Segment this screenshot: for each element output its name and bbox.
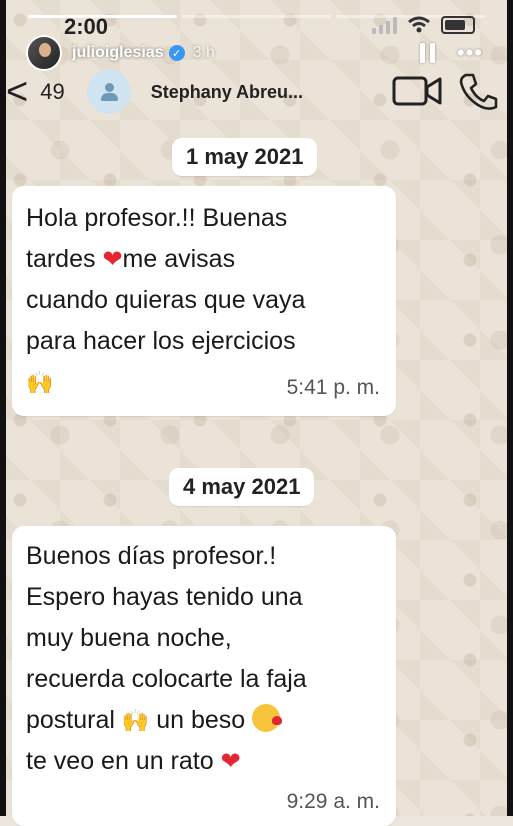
- message-line: recuerda colocarte la faja: [26, 665, 307, 693]
- story-age: 3 h: [192, 44, 215, 61]
- message-line: Buenos días profesor.!: [26, 542, 277, 570]
- back-arrow-icon[interactable]: <: [6, 73, 28, 111]
- screen-edge-left: [0, 0, 6, 816]
- message-text: tardes: [26, 245, 103, 273]
- message-line: tardes ❤me avisas: [26, 239, 396, 280]
- chat-header: < 49 Stephany Abreu...: [0, 66, 513, 118]
- message-line: muy buena noche,: [26, 624, 232, 652]
- wifi-icon: [408, 16, 430, 33]
- message-line: para hacer los ejercicios: [26, 327, 296, 355]
- date-separator: 1 may 2021: [172, 138, 318, 176]
- raised-hands-emoji-icon: 🙌: [121, 708, 150, 733]
- voice-call-icon[interactable]: [458, 72, 498, 112]
- message-bubble[interactable]: Buenos días profesor.! Espero hayas teni…: [12, 526, 396, 826]
- unread-count: 49: [40, 79, 65, 104]
- battery-icon: [441, 16, 475, 34]
- raised-hands-emoji-icon: 🙌: [26, 370, 54, 395]
- story-username[interactable]: julioiglesias: [72, 44, 164, 62]
- signal-icon: [372, 16, 397, 34]
- more-options-icon[interactable]: •••: [457, 40, 483, 66]
- message-line: Espero hayas tenido una: [26, 583, 303, 611]
- status-icons: [372, 16, 475, 34]
- video-call-icon[interactable]: [392, 74, 444, 108]
- message-line: postural 🙌 un beso: [26, 700, 396, 741]
- message-text: un beso: [149, 706, 253, 734]
- message-line: Hola profesor.!! Buenas: [26, 204, 288, 232]
- contact-avatar[interactable]: [86, 70, 131, 114]
- message-bubble[interactable]: Hola profesor.!! Buenas tardes ❤me avisa…: [12, 186, 396, 416]
- message-line: cuando quieras que vaya: [26, 286, 306, 314]
- heart-emoji-icon: ❤: [102, 246, 123, 273]
- face-blowing-kiss-emoji-icon: [252, 704, 283, 732]
- message-text: te veo en un rato: [26, 747, 221, 775]
- heart-emoji-icon: ❤: [220, 748, 241, 775]
- message-line: te veo en un rato ❤: [26, 741, 396, 782]
- message-text: postural: [26, 706, 122, 734]
- date-separator: 4 may 2021: [169, 468, 315, 506]
- contact-name[interactable]: Stephany Abreu...: [151, 82, 303, 103]
- message-time: 5:41 p. m.: [286, 376, 380, 399]
- message-text: me avisas: [122, 245, 236, 273]
- verified-badge-icon: ✓: [168, 45, 185, 61]
- screen-edge-right: [507, 0, 513, 816]
- story-progress-segment: [182, 15, 331, 18]
- pause-icon[interactable]: [419, 43, 435, 63]
